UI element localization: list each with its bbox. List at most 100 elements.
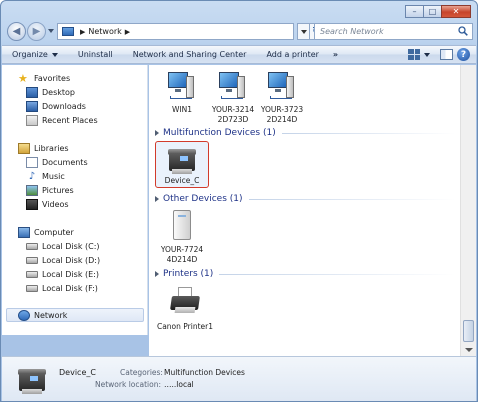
chevron-down-icon — [51, 52, 58, 57]
content-pane: WIN1 YOUR-3214 2D723D YOUR-3723 2D214D M… — [149, 65, 460, 356]
item-label: YOUR-7724 — [160, 245, 204, 254]
multifunction-printer-icon — [166, 145, 198, 177]
navigation-pane: ★ Favorites Desktop Downloads Recent Plac… — [2, 65, 148, 335]
nav-label: Favorites — [34, 73, 71, 83]
printer-icon — [169, 287, 201, 317]
nav-recent-places[interactable]: Recent Places — [26, 113, 98, 127]
other-device-item[interactable]: YOUR-7724 4D214D — [152, 210, 212, 265]
disk-drive-icon — [26, 270, 38, 278]
printer-item[interactable]: Canon Printer1 — [152, 287, 218, 332]
videos-icon — [26, 198, 38, 210]
vertical-scrollbar[interactable] — [460, 65, 476, 356]
caption-buttons: – □ ✕ — [405, 5, 471, 18]
details-categories-label: Categories: — [120, 368, 163, 377]
details-location-label: Network location: — [95, 380, 161, 389]
nav-label: Desktop — [42, 87, 75, 97]
scroll-down-icon[interactable] — [465, 348, 473, 352]
minimize-button[interactable]: – — [405, 5, 424, 18]
nav-libraries[interactable]: Libraries — [18, 141, 69, 155]
help-icon[interactable]: ? — [457, 48, 470, 61]
nav-network[interactable]: Network — [6, 308, 144, 322]
libraries-icon — [18, 142, 30, 154]
group-header-multifunction[interactable]: Multifunction Devices (1) — [155, 127, 455, 139]
history-dropdown-icon[interactable] — [48, 29, 54, 33]
address-bar[interactable]: ▶ Network ▶ — [57, 23, 294, 40]
multifunction-printer-icon — [16, 365, 48, 395]
forward-button[interactable]: ▶ — [27, 22, 46, 41]
nav-label: Local Disk (C:) — [42, 241, 100, 251]
back-arrow-icon: ◀ — [12, 26, 21, 37]
group-header-other[interactable]: Other Devices (1) — [155, 193, 455, 205]
nav-label: Libraries — [34, 143, 69, 153]
maximize-button[interactable]: □ — [423, 5, 442, 18]
details-location: …..local — [164, 380, 194, 389]
network-icon — [62, 27, 74, 36]
breadcrumb-separator-icon[interactable]: ▶ — [80, 28, 85, 36]
preview-pane-icon[interactable] — [440, 49, 453, 60]
nav-documents[interactable]: Documents — [26, 155, 88, 169]
multifunction-device-item[interactable]: Device_C — [155, 141, 209, 188]
server-icon — [173, 210, 191, 240]
collapse-triangle-icon — [155, 130, 159, 136]
organize-button[interactable]: Organize — [2, 46, 68, 63]
network-icon — [18, 309, 30, 321]
nav-disk-e[interactable]: Local Disk (E:) — [26, 267, 99, 281]
disk-drive-icon — [26, 256, 38, 264]
change-view-icon[interactable] — [408, 49, 420, 60]
nav-downloads[interactable]: Downloads — [26, 99, 86, 113]
breadcrumb-chevron-icon[interactable]: ▶ — [125, 28, 130, 36]
nav-computer[interactable]: Computer — [18, 225, 74, 239]
uninstall-button[interactable]: Uninstall — [68, 46, 123, 63]
nav-label: Local Disk (D:) — [42, 255, 101, 265]
disk-drive-icon — [26, 242, 38, 250]
nav-label: Videos — [42, 199, 69, 209]
more-commands-button[interactable]: » — [329, 46, 342, 63]
add-printer-button[interactable]: Add a printer — [256, 46, 328, 63]
nav-disk-d[interactable]: Local Disk (D:) — [26, 253, 100, 267]
item-label: Device_C — [164, 176, 200, 185]
disk-drive-icon — [26, 284, 38, 292]
address-row: ◀ ▶ ▶ Network ▶ ↻ Search Network — [7, 21, 473, 43]
nav-favorites[interactable]: ★ Favorites — [18, 71, 70, 85]
scrollbar-thumb[interactable] — [463, 320, 474, 342]
nav-disk-c[interactable]: Local Disk (C:) — [26, 239, 100, 253]
collapse-triangle-icon — [155, 196, 159, 202]
documents-icon — [26, 156, 38, 168]
recent-places-icon — [26, 114, 38, 126]
network-sharing-center-button[interactable]: Network and Sharing Center — [123, 46, 257, 63]
details-pane: Device_C Categories: Multifunction Devic… — [2, 356, 476, 401]
group-title: Other Devices (1) — [163, 194, 243, 204]
nav-label: Music — [42, 171, 65, 181]
nav-videos[interactable]: Videos — [26, 197, 69, 211]
breadcrumb-network[interactable]: Network — [88, 27, 121, 36]
computer-item[interactable]: YOUR-3723 2D214D — [252, 70, 312, 125]
pictures-icon — [26, 184, 38, 196]
nav-music[interactable]: ♪ Music — [26, 169, 65, 183]
group-title: Multifunction Devices (1) — [163, 128, 276, 138]
group-title: Printers (1) — [163, 269, 214, 279]
nav-desktop[interactable]: Desktop — [26, 85, 75, 99]
details-categories: Multifunction Devices — [164, 368, 245, 377]
search-input[interactable]: Search Network — [314, 23, 473, 40]
computer-icon — [219, 70, 247, 102]
close-button[interactable]: ✕ — [441, 5, 471, 18]
collapse-triangle-icon — [155, 271, 159, 277]
details-name: Device_C — [59, 368, 96, 377]
nav-label: Computer — [34, 227, 74, 237]
forward-arrow-icon: ▶ — [32, 26, 41, 37]
music-icon: ♪ — [28, 170, 36, 182]
view-dropdown-icon[interactable] — [424, 52, 430, 57]
group-header-printers[interactable]: Printers (1) — [155, 268, 455, 280]
search-placeholder: Search Network — [320, 27, 384, 36]
item-label: 2D214D — [266, 115, 298, 124]
nav-label: Recent Places — [42, 115, 98, 125]
item-label: YOUR-3723 — [260, 105, 304, 114]
downloads-icon — [26, 100, 38, 112]
nav-disk-f[interactable]: Local Disk (F:) — [26, 281, 98, 295]
nav-pictures[interactable]: Pictures — [26, 183, 74, 197]
back-button[interactable]: ◀ — [7, 22, 26, 41]
organize-label: Organize — [12, 50, 48, 59]
desktop-icon — [26, 86, 38, 98]
nav-label: Downloads — [42, 101, 86, 111]
computer-icon — [18, 226, 30, 238]
